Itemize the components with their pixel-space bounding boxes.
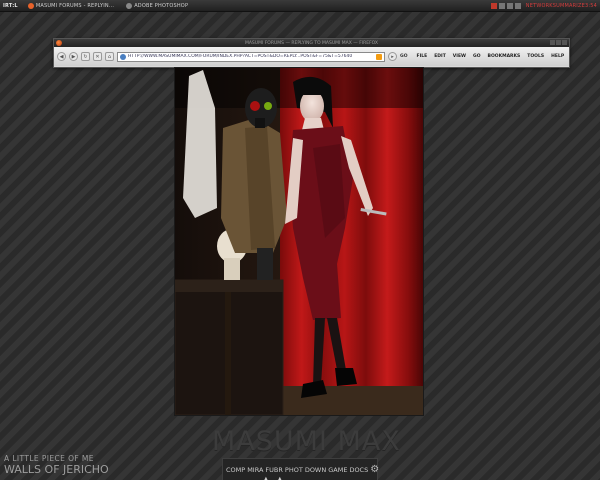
menu-help[interactable]: HELP xyxy=(551,54,564,59)
home-button[interactable]: ⌂ xyxy=(105,52,114,61)
minimize-button[interactable] xyxy=(550,40,555,45)
menu-go[interactable]: GO xyxy=(473,54,481,59)
network-icon[interactable] xyxy=(490,2,497,9)
menu-file[interactable]: FILE xyxy=(417,54,428,59)
browser-window: MASUMI FORUMS — REPLYING TO MASUMI MAX —… xyxy=(53,38,570,68)
gear-icon[interactable]: ⚙ xyxy=(370,464,379,475)
menu-view[interactable]: VIEW xyxy=(453,54,466,59)
firefox-icon xyxy=(56,40,62,46)
now-playing: A LITTLE PIECE OF ME WALLS OF JERICHO xyxy=(4,455,109,475)
volume-icon[interactable] xyxy=(498,2,505,9)
back-button[interactable]: ◀ xyxy=(57,52,66,61)
dock-item-fubr[interactable]: FUBR xyxy=(265,466,282,474)
display-icon[interactable] xyxy=(506,2,513,9)
masumi-max-watermark: MASUMI MAX xyxy=(212,426,401,457)
taskbar-item-label: ADOBE PHOTOSHOP xyxy=(134,2,189,9)
dock-item-comp[interactable]: COMP xyxy=(226,466,245,474)
photoshop-icon xyxy=(126,2,133,9)
rss-icon[interactable] xyxy=(376,53,382,60)
wallpaper-photo xyxy=(174,67,424,416)
dock-item-phot[interactable]: PHOT xyxy=(285,466,303,474)
taskbar-item-photoshop[interactable]: ADOBE PHOTOSHOP xyxy=(120,2,194,9)
song-title: A LITTLE PIECE OF ME xyxy=(4,454,94,463)
monitor-icon[interactable] xyxy=(514,2,521,9)
taskbar: IRT:L MASUMI FORUMS - REPLYIN... ADOBE P… xyxy=(0,0,600,12)
dock-item-game[interactable]: GAME xyxy=(328,466,347,474)
window-titlebar[interactable]: MASUMI FORUMS — REPLYING TO MASUMI MAX —… xyxy=(54,39,569,47)
url-text[interactable]: HTTP://WWW.MASUMIMAX.COM/FORUM/INDEX.PHP… xyxy=(128,54,374,59)
forward-button[interactable]: ▶ xyxy=(69,52,78,61)
dock-item-mira[interactable]: MIRA xyxy=(247,466,263,474)
firefox-icon xyxy=(27,2,34,9)
stop-button[interactable]: ✕ xyxy=(93,52,102,61)
song-artist: WALLS OF JERICHO xyxy=(4,462,109,476)
system-tray: NETWORKSUMMARIZE3:54 xyxy=(490,2,600,9)
close-button[interactable] xyxy=(562,40,567,45)
dock-item-docs[interactable]: DOCS xyxy=(349,466,368,474)
tray-clock: NETWORKSUMMARIZE3:54 xyxy=(525,2,597,9)
menu-edit[interactable]: EDIT xyxy=(434,54,446,59)
dock-item-down[interactable]: DOWN xyxy=(305,466,326,474)
dock-arrows-icon[interactable]: ▲▲ xyxy=(264,476,292,480)
launcher-dock: COMP MIRA FUBR PHOT DOWN GAME DOCS ⚙ xyxy=(222,458,379,480)
menu-bar: FILE EDIT VIEW GO BOOKMARKS TOOLS HELP xyxy=(417,54,565,59)
site-icon xyxy=(120,53,126,60)
address-bar[interactable]: HTTP://WWW.MASUMIMAX.COM/FORUM/INDEX.PHP… xyxy=(117,51,385,62)
taskbar-item-label: MASUMI FORUMS - REPLYIN... xyxy=(35,2,115,9)
taskbar-item-firefox[interactable]: MASUMI FORUMS - REPLYIN... xyxy=(22,2,120,9)
reload-button[interactable]: ↻ xyxy=(81,52,90,61)
window-title: MASUMI FORUMS — REPLYING TO MASUMI MAX —… xyxy=(244,40,379,46)
photo-illustration xyxy=(175,68,423,415)
start-button[interactable]: IRT:L xyxy=(0,3,22,9)
go-button[interactable]: ▸ xyxy=(388,52,397,61)
menu-tools[interactable]: TOOLS xyxy=(527,54,544,59)
menu-bookmarks[interactable]: BOOKMARKS xyxy=(488,54,521,59)
navigation-toolbar: ◀ ▶ ↻ ✕ ⌂ HTTP://WWW.MASUMIMAX.COM/FORUM… xyxy=(54,47,569,66)
go-label[interactable]: GO xyxy=(400,54,408,59)
maximize-button[interactable] xyxy=(556,40,561,45)
